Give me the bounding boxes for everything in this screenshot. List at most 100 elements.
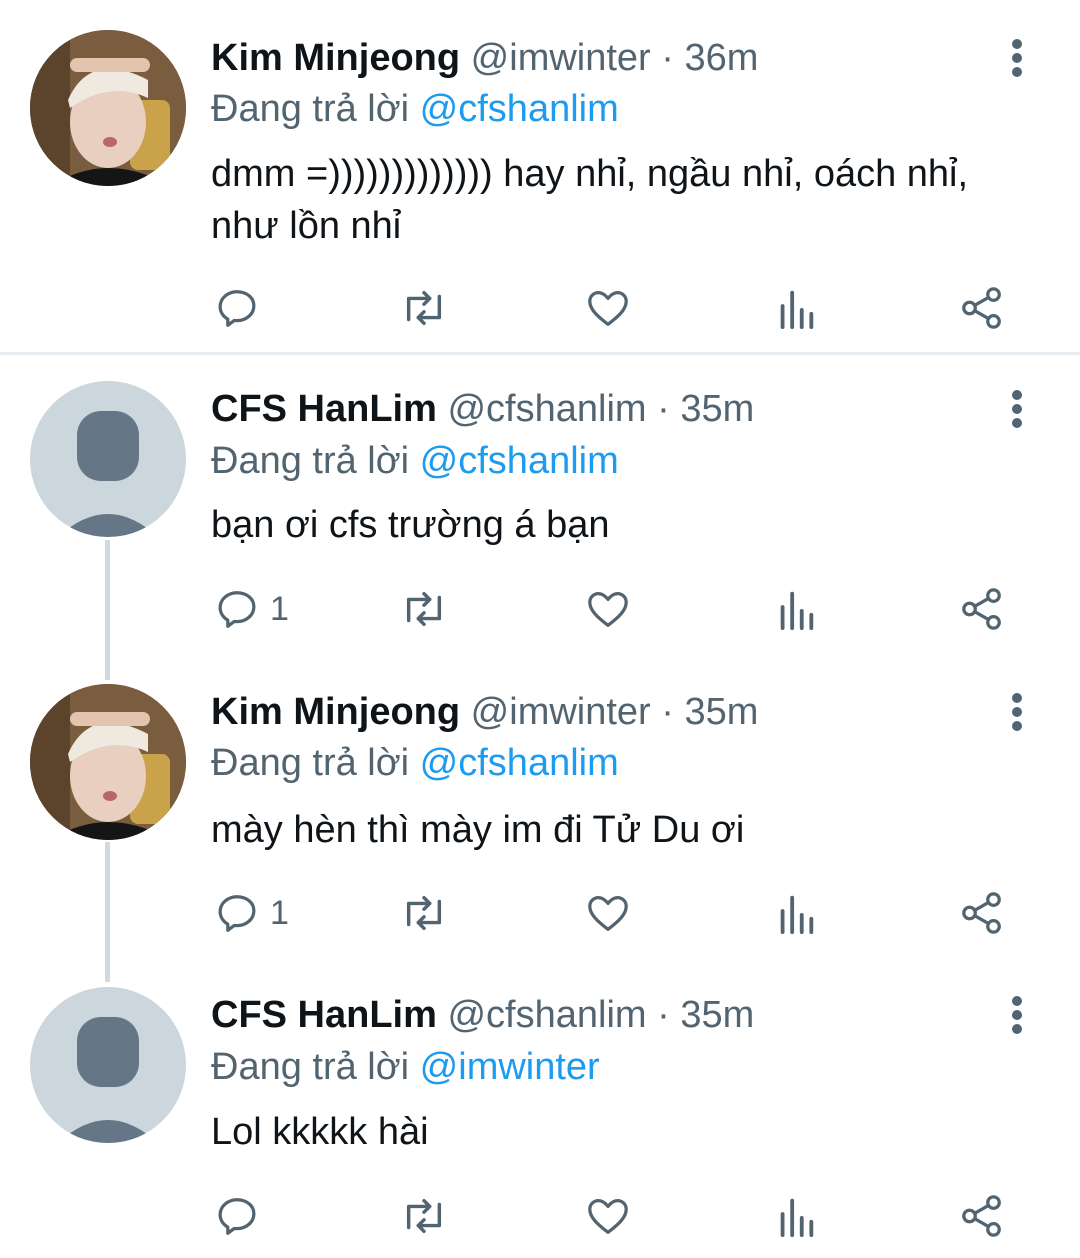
tweet-header: Kim Minjeong @imwinter · 36m — [211, 36, 758, 80]
share-button[interactable] — [958, 280, 1006, 336]
tweet-text: mày hèn thì mày im đi Tử Du ơi — [211, 809, 745, 851]
mention-link[interactable]: @cfshanlim — [420, 88, 619, 130]
more-options-button[interactable] — [1002, 38, 1032, 78]
reply-button[interactable]: 1 — [214, 581, 289, 637]
display-name[interactable]: Kim Minjeong — [211, 691, 460, 733]
bar-chart-icon — [780, 1198, 814, 1238]
reply-count: 1 — [270, 589, 289, 628]
avatar[interactable] — [30, 381, 186, 537]
tweet-header: Kim Minjeong @imwinter · 35m — [211, 690, 758, 734]
heart-icon — [588, 291, 628, 326]
mention-link[interactable]: @cfshanlim — [420, 440, 619, 482]
avatar[interactable] — [30, 684, 186, 840]
replying-to-label: Đang trả lời — [211, 88, 410, 130]
mention-link[interactable]: @imwinter — [420, 1046, 600, 1088]
more-options-button[interactable] — [1002, 692, 1032, 732]
share-button[interactable] — [958, 885, 1006, 941]
retweet-icon — [406, 290, 442, 326]
reply-button[interactable] — [214, 280, 260, 336]
tweet[interactable]: Kim Minjeong @imwinter · 36m Đang trả lờ… — [0, 0, 1080, 354]
replying-to: Đang trả lời @imwinter — [211, 1045, 600, 1089]
retweet-icon — [406, 591, 442, 627]
analytics-button[interactable] — [776, 885, 816, 941]
speech-bubble-icon — [218, 1198, 256, 1235]
share-button[interactable] — [958, 581, 1006, 637]
heart-icon — [588, 592, 628, 627]
like-button[interactable] — [584, 1188, 632, 1244]
display-name[interactable]: CFS HanLim — [211, 388, 437, 430]
action-bar: 1 — [0, 581, 1080, 637]
timestamp[interactable]: 35m — [680, 994, 754, 1036]
tweet[interactable]: CFS HanLim @cfshanlim · 35m Đang trả lời… — [0, 355, 1080, 658]
replying-to-label: Đang trả lời — [211, 1046, 410, 1088]
tweet-text: Lol kkkkk hài — [211, 1111, 429, 1153]
share-icon — [962, 287, 1001, 329]
reply-button[interactable]: 1 — [214, 885, 289, 941]
share-icon — [962, 588, 1001, 630]
separator-dot: · — [661, 37, 674, 79]
speech-bubble-icon — [218, 290, 256, 327]
retweet-icon — [406, 1198, 442, 1234]
avatar-photo — [30, 684, 186, 840]
tweet[interactable]: Kim Minjeong @imwinter · 35m Đang trả lờ… — [0, 658, 1080, 961]
reply-button[interactable] — [214, 1188, 260, 1244]
retweet-button[interactable] — [398, 885, 450, 941]
more-options-button[interactable] — [1002, 389, 1032, 429]
bar-chart-icon — [780, 591, 814, 631]
replying-to: Đang trả lời @cfshanlim — [211, 741, 619, 785]
tweet-text: dmm =))))))))))))) hay nhỉ, ngầu nhỉ, oá… — [211, 153, 969, 247]
bar-chart-icon — [780, 290, 814, 330]
replying-to-label: Đang trả lời — [211, 742, 410, 784]
timestamp[interactable]: 35m — [680, 388, 754, 430]
default-avatar-icon — [58, 1017, 158, 1143]
action-bar — [0, 1188, 1080, 1244]
tweet-text: bạn ơi cfs trường á bạn — [211, 504, 610, 546]
analytics-button[interactable] — [776, 280, 816, 336]
retweet-icon — [406, 895, 442, 931]
display-name[interactable]: Kim Minjeong — [211, 37, 460, 79]
tweet-header: CFS HanLim @cfshanlim · 35m — [211, 993, 754, 1037]
replying-to-label: Đang trả lời — [211, 440, 410, 482]
speech-bubble-icon — [218, 591, 256, 628]
bar-chart-icon — [780, 895, 814, 935]
reply-count: 1 — [270, 893, 289, 932]
like-button[interactable] — [584, 885, 632, 941]
like-button[interactable] — [584, 280, 632, 336]
action-bar — [0, 280, 1080, 336]
user-handle[interactable]: @imwinter — [471, 691, 651, 733]
user-handle[interactable]: @cfshanlim — [447, 388, 646, 430]
retweet-button[interactable] — [398, 1188, 450, 1244]
action-bar: 1 — [0, 885, 1080, 941]
avatar[interactable] — [30, 987, 186, 1143]
vertical-dots-icon — [1012, 39, 1022, 77]
replying-to: Đang trả lời @cfshanlim — [211, 87, 619, 131]
share-button[interactable] — [958, 1188, 1006, 1244]
avatar[interactable] — [30, 30, 186, 186]
vertical-dots-icon — [1012, 390, 1022, 428]
speech-bubble-icon — [218, 895, 256, 932]
analytics-button[interactable] — [776, 581, 816, 637]
share-icon — [962, 1195, 1001, 1237]
more-options-button[interactable] — [1002, 995, 1032, 1035]
retweet-button[interactable] — [398, 280, 450, 336]
mention-link[interactable]: @cfshanlim — [420, 742, 619, 784]
tweet[interactable]: CFS HanLim @cfshanlim · 35m Đang trả lời… — [0, 961, 1080, 1258]
timestamp[interactable]: 35m — [685, 691, 759, 733]
default-avatar-icon — [58, 411, 158, 537]
share-icon — [962, 892, 1001, 934]
user-handle[interactable]: @cfshanlim — [447, 994, 646, 1036]
tweet-header: CFS HanLim @cfshanlim · 35m — [211, 387, 754, 431]
heart-icon — [588, 1199, 628, 1234]
vertical-dots-icon — [1012, 996, 1022, 1034]
user-handle[interactable]: @imwinter — [471, 37, 651, 79]
heart-icon — [588, 896, 628, 931]
separator-dot: · — [661, 691, 674, 733]
replying-to: Đang trả lời @cfshanlim — [211, 439, 619, 483]
analytics-button[interactable] — [776, 1188, 816, 1244]
retweet-button[interactable] — [398, 581, 450, 637]
like-button[interactable] — [584, 581, 632, 637]
timestamp[interactable]: 36m — [685, 37, 759, 79]
avatar-photo — [30, 30, 186, 186]
display-name[interactable]: CFS HanLim — [211, 994, 437, 1036]
vertical-dots-icon — [1012, 693, 1022, 731]
